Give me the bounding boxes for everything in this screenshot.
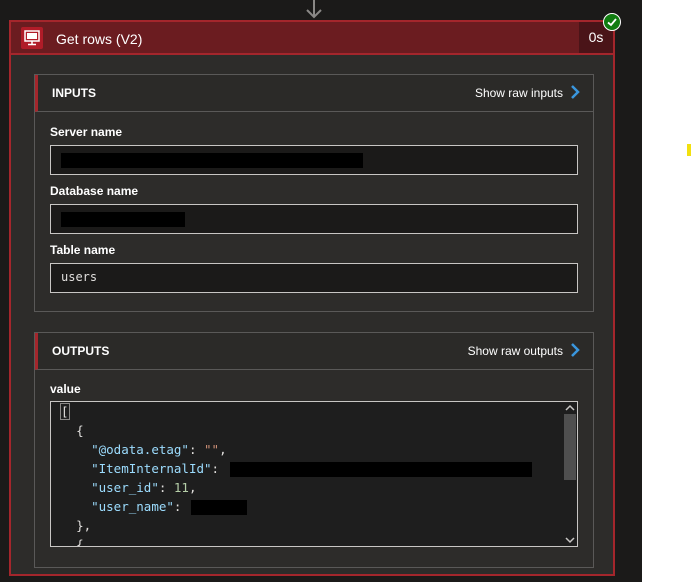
code-line: "user_id": 11, [91, 480, 197, 495]
server-name-label: Server name [50, 125, 123, 139]
code-line: "ItemInternalId": [91, 461, 227, 476]
json-number: 11 [173, 480, 189, 495]
next-brace: { [76, 537, 84, 547]
redacted-value [61, 212, 185, 227]
database-name-field[interactable] [50, 204, 578, 234]
vertical-scrollbar[interactable] [563, 402, 577, 546]
outputs-section: OUTPUTS Show raw outputs value [ { "@oda… [34, 332, 594, 568]
redacted-value [230, 462, 532, 477]
json-key: "user_name" [91, 499, 174, 514]
close-brace: }, [76, 518, 92, 533]
inputs-header: INPUTS Show raw inputs [35, 75, 593, 112]
table-name-label: Table name [50, 243, 116, 257]
show-raw-outputs-link[interactable]: Show raw outputs [468, 344, 563, 358]
code-line: [ [60, 403, 70, 420]
chevron-right-icon[interactable] [569, 83, 581, 101]
inputs-title: INPUTS [52, 86, 97, 100]
redacted-value [61, 153, 363, 168]
arrow-down-icon [306, 0, 322, 19]
scroll-down-icon[interactable] [563, 534, 577, 546]
code-line: { [61, 537, 84, 547]
server-name-field[interactable] [50, 145, 578, 175]
table-name-field[interactable]: users [50, 263, 578, 293]
outputs-header: OUTPUTS Show raw outputs [35, 333, 593, 370]
json-string: "" [204, 442, 220, 457]
database-name-label: Database name [50, 184, 139, 198]
scroll-thumb[interactable] [564, 414, 576, 480]
table-name-value: users [61, 270, 98, 284]
code-line: "user_name": [91, 499, 189, 514]
action-card-header[interactable]: Get rows (V2) 0s [9, 20, 615, 55]
show-raw-inputs-link[interactable]: Show raw inputs [475, 86, 563, 100]
output-code-viewer[interactable]: [ { "@odata.etag": "", "ItemInternalId":… [50, 401, 578, 547]
json-key: "@odata.etag" [91, 442, 189, 457]
action-title: Get rows (V2) [56, 31, 143, 47]
right-pane [642, 0, 692, 582]
inputs-section: INPUTS Show raw inputs Server name Datab… [34, 74, 594, 312]
sql-server-icon [21, 27, 43, 49]
code-line: }, [61, 518, 91, 533]
json-key: "user_id" [91, 480, 159, 495]
open-brace: { [76, 423, 84, 438]
code-line: "@odata.etag": "", [91, 442, 227, 457]
value-label: value [50, 382, 81, 396]
marker [687, 144, 691, 156]
success-check-icon [603, 13, 621, 31]
json-key: "ItemInternalId" [91, 461, 212, 476]
chevron-right-icon[interactable] [569, 341, 581, 359]
outputs-title: OUTPUTS [52, 344, 110, 358]
code-line: { [61, 423, 84, 438]
redacted-value [191, 500, 247, 515]
scroll-up-icon[interactable] [563, 402, 577, 414]
open-bracket: [ [60, 403, 70, 420]
